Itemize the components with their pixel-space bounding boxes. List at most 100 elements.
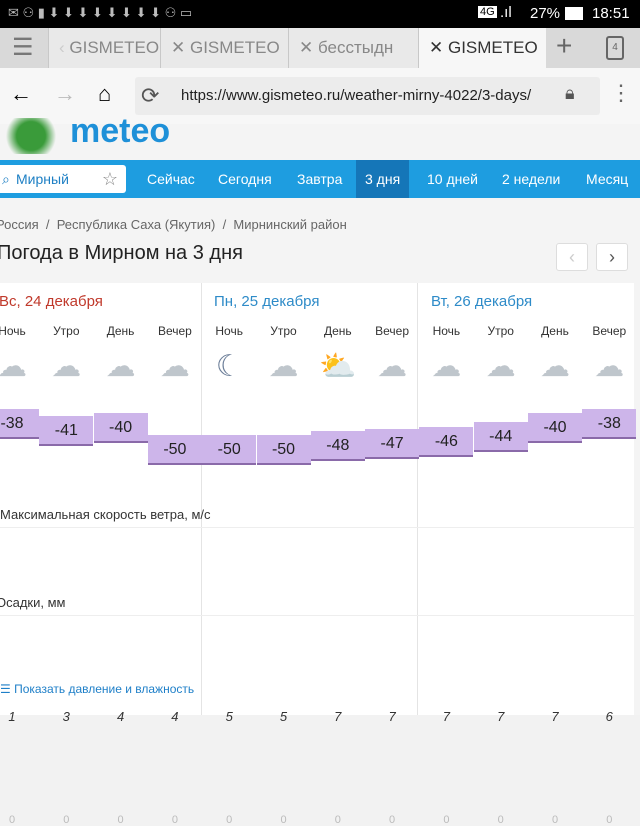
lock-icon[interactable]: 🔒︎	[565, 83, 575, 104]
nav-today[interactable]: Сегодня	[209, 160, 281, 198]
nav-10-days[interactable]: 10 дней	[418, 160, 487, 198]
nav-tomorrow[interactable]: Завтра	[288, 160, 351, 198]
forecast-table: Вс, 24 декабря Пн, 25 декабря Вт, 26 дек…	[0, 283, 637, 826]
temperature-bar: -38	[582, 409, 637, 439]
day-header: Пн, 25 декабря	[214, 293, 320, 310]
nav-2-weeks[interactable]: 2 недели	[493, 160, 569, 198]
precip-value: 0	[280, 814, 287, 826]
reload-icon[interactable]: ⟳	[141, 77, 159, 115]
more-menu-icon[interactable]: ⋮	[610, 80, 632, 106]
show-pressure-humidity-link[interactable]: ☰ Показать давление и влажность	[0, 682, 194, 696]
nav-now[interactable]: Сейчас	[138, 160, 204, 198]
star-icon[interactable]: ☆	[102, 165, 118, 193]
cloudy-night-icon: ☁	[594, 350, 625, 383]
wind-value: 7	[442, 709, 450, 724]
temperature-bar: -40	[93, 413, 148, 444]
precip-value: 0	[334, 814, 341, 826]
wind-value: 4	[116, 709, 125, 724]
day-divider	[417, 283, 418, 715]
period-label: День	[106, 324, 135, 338]
url-text: https://www.gismeteo.ru/weather-mirny-40…	[181, 87, 532, 104]
cloudy-night-icon: ☁	[431, 350, 462, 383]
period-label: Утро	[53, 324, 80, 338]
next-arrow-button[interactable]: ›	[596, 243, 628, 271]
tab-count-button[interactable]: 4	[606, 36, 624, 60]
temperature-bar: -41	[39, 415, 94, 446]
link-text: Показать давление и влажность	[14, 682, 195, 696]
cloudy-night-icon: ☁	[0, 350, 27, 383]
breadcrumb-item[interactable]: Республика Саха (Якутия)	[57, 217, 216, 232]
period-label: Ночь	[215, 324, 243, 338]
precip-value: 0	[63, 814, 70, 826]
period-label: Вечер	[592, 324, 627, 338]
page-title: Погода в Мирном на 3 дня	[0, 242, 243, 264]
wind-value: 6	[605, 709, 613, 724]
menu-icon[interactable]: ☰	[12, 33, 34, 62]
tab-label: бесстыдн	[317, 38, 394, 57]
temperature-bar: -50	[202, 435, 257, 466]
close-icon[interactable]: ✕	[429, 38, 448, 57]
temperature-bar: -50	[256, 435, 311, 466]
list-icon: ☰	[0, 682, 15, 696]
new-tab-button[interactable]: +	[556, 30, 572, 62]
temperature-bar: -38	[0, 409, 39, 439]
network-type: 4G	[478, 6, 497, 18]
close-icon[interactable]: ✕	[299, 38, 318, 57]
clear-night-icon: ☾	[215, 350, 243, 383]
forward-icon[interactable]: →	[54, 81, 76, 107]
notification-icons: ✉ ⚇ ▮ ⬇ ⬇ ⬇ ⬇ ⬇ ⬇ ⬇ ⬇ ⚇ ▭	[8, 5, 193, 20]
battery-icon	[565, 7, 583, 20]
wind-value: 4	[171, 709, 179, 724]
wind-value: 7	[388, 709, 396, 724]
temperature-bar: -48	[310, 431, 365, 461]
cloudy-night-icon: ☁	[268, 350, 299, 383]
battery-text: 27%	[530, 5, 561, 22]
precip-value: 0	[389, 814, 396, 826]
precip-value: 0	[117, 814, 124, 826]
precip-value: 0	[606, 814, 613, 826]
divider	[0, 615, 634, 616]
tab-1[interactable]: ‹ GISMETEO	[48, 28, 160, 68]
period-label: Вечер	[375, 324, 410, 338]
web-page: meteo ⌕ Мирный ☆ Сейчас Сегодня Завтра 3…	[0, 112, 640, 826]
site-logo[interactable]: meteo	[70, 112, 170, 151]
precip-value: 0	[8, 814, 16, 826]
precip-value: 0	[226, 814, 233, 826]
nav-month[interactable]: Месяц	[577, 160, 637, 198]
breadcrumb-item[interactable]: Мирнинский район	[233, 217, 346, 232]
signal-icon: .ıl	[500, 4, 512, 21]
temperature-bar: -44	[473, 422, 528, 453]
tab-strip: ☰ ‹ GISMETEO ✕ GISMETEO ✕ бесстыдн ✕ GIS…	[0, 28, 640, 68]
url-field[interactable]: ⟳ https://www.gismeteo.ru/weather-mirny-…	[135, 77, 600, 115]
period-label: Ночь	[0, 324, 26, 338]
tab-label: GISMETEO	[447, 38, 538, 57]
cloudy-night-icon: ☁	[159, 350, 190, 383]
tab-label: GISMETEO	[69, 38, 160, 57]
status-bar: ✉ ⚇ ▮ ⬇ ⬇ ⬇ ⬇ ⬇ ⬇ ⬇ ⬇ ⚇ ▭ 4G .ıl 27% 18:…	[0, 0, 640, 28]
close-icon[interactable]: ✕	[171, 38, 190, 57]
wind-label: Максимальная скорость ветра, м/с	[0, 507, 211, 522]
period-label: День	[541, 324, 569, 338]
home-icon[interactable]: ⌂	[98, 81, 111, 107]
breadcrumb-item[interactable]: Россия	[0, 217, 39, 232]
wind-value: 1	[8, 709, 16, 724]
search-icon: ⌕	[2, 171, 10, 187]
precip-label: Осадки, мм	[0, 595, 66, 610]
temperature-bar: -46	[419, 426, 474, 457]
tab-3[interactable]: ✕ бесстыдн	[288, 28, 418, 68]
christmas-tree-logo-icon	[0, 118, 62, 154]
cloudy-icon: ☁	[105, 350, 136, 383]
city-search[interactable]: ⌕ Мирный ☆	[0, 165, 126, 193]
precip-value: 0	[171, 814, 178, 826]
cloudy-icon: ☁	[540, 350, 570, 383]
nav-3-days[interactable]: 3 дня	[356, 160, 410, 198]
tab-2[interactable]: ✕ GISMETEO	[160, 28, 288, 68]
temperature-bar: -40	[528, 413, 582, 444]
cloudy-night-icon: ☁	[51, 350, 82, 383]
wind-value: 3	[62, 709, 70, 724]
clock: 18:51	[592, 5, 630, 22]
tab-4-active[interactable]: ✕ GISMETEO	[418, 28, 546, 68]
period-label: День	[323, 324, 352, 338]
back-icon[interactable]: ←	[10, 81, 32, 107]
prev-arrow-button[interactable]: ‹	[556, 243, 588, 271]
